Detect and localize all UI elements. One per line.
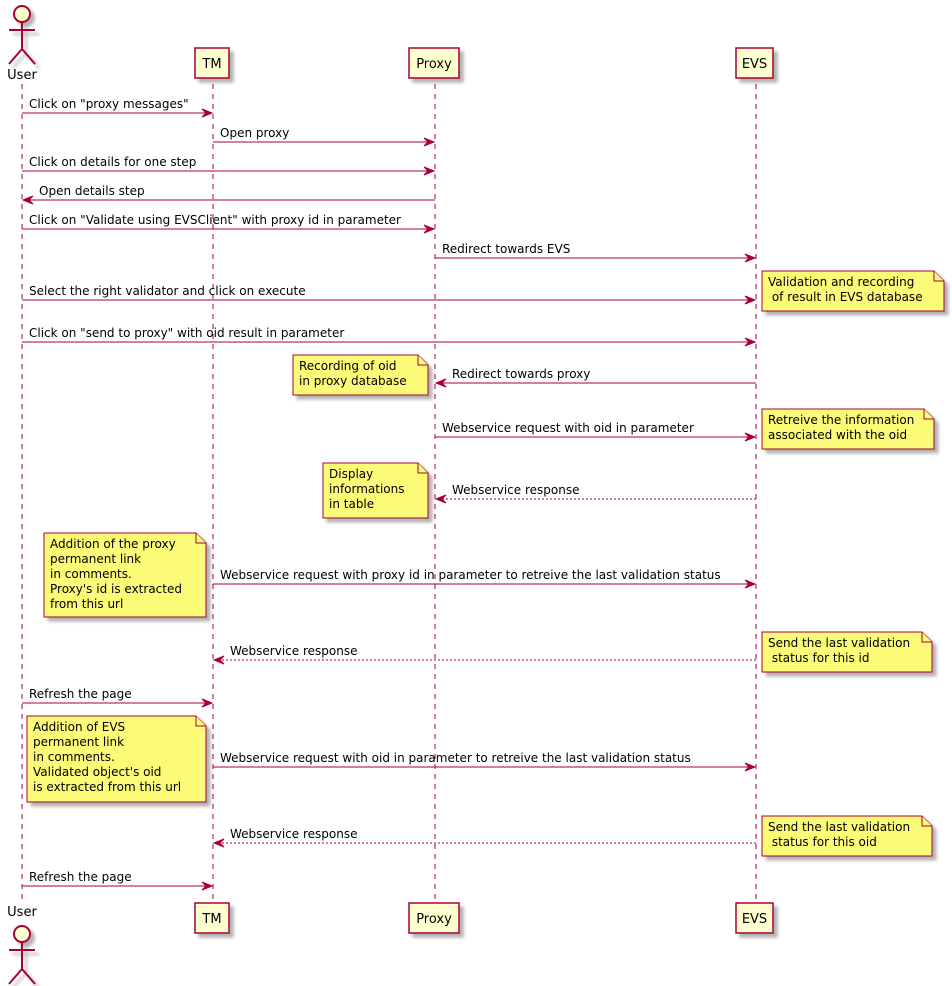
participant-evs-bottom[interactable]: EVS [735,902,774,934]
participant-tm-bottom[interactable]: TM [194,902,230,934]
note-text-line: associated with the oid [768,428,907,442]
message-2[interactable]: Open proxy [213,126,436,147]
message-label: Webservice request with oid in parameter… [220,751,691,765]
note-text-line: Send the last validation [768,636,910,650]
note-fold-icon [923,409,934,420]
participant-proxy-bottom[interactable]: Proxy [408,902,460,934]
message-label: Webservice response [452,483,579,497]
actor-leg-icon [8,968,23,985]
actor-leg-icon [21,968,36,985]
message-11[interactable]: Webservice response [434,483,756,504]
participant-evs-top[interactable]: EVS [735,47,774,79]
note-text-line: Validated object's oid [33,765,161,779]
note-text-line: permanent link [33,735,124,749]
note-text-line: Validation and recording [768,275,914,289]
note-fold-icon [921,816,932,827]
note-10: Retreive the informationassociated with … [761,408,935,450]
note-fold-icon [417,463,428,474]
note-9: Recording of oidin proxy database [292,354,429,396]
note-7: Validation and recording of result in EV… [761,270,945,312]
note-fold-icon [195,716,206,727]
note-text-line: Retreive the information [768,413,914,427]
note-text-line: Recording of oid [299,359,397,373]
note-fold-icon [933,271,944,282]
message-label: Click on "proxy messages" [29,97,189,111]
participant-label: Proxy [416,57,452,72]
message-14[interactable]: Refresh the page [22,687,214,708]
participant-tm-top[interactable]: TM [194,47,230,79]
message-12[interactable]: Webservice request with proxy id in para… [213,568,757,589]
message-4[interactable]: Open details step [21,184,435,205]
message-3[interactable]: Click on details for one step [22,155,436,176]
participant-label: EVS [742,912,767,927]
note-text-line: of result in EVS database [768,290,923,304]
actor-user-top[interactable] [8,5,36,65]
message-label: Open proxy [220,126,289,140]
note-text-line: Display [329,467,373,481]
message-15[interactable]: Webservice request with oid in parameter… [213,751,757,772]
message-label: Refresh the page [29,870,132,884]
note-text-line: Addition of EVS [33,720,125,734]
message-label: Webservice request with oid in parameter [442,421,694,435]
actor-head-icon [13,925,31,943]
message-label: Click on "Validate using EVSClient" with… [29,213,401,227]
message-16[interactable]: Webservice response [212,827,756,848]
note-fold-icon [921,632,932,643]
message-10[interactable]: Webservice request with oid in parameter [435,421,757,442]
note-text-line: informations [329,482,405,496]
note-fold-icon [195,533,206,544]
participant-label: TM [201,57,221,72]
message-label: Webservice request with proxy id in para… [220,568,721,582]
note-15: Addition of EVSpermanent linkin comments… [26,715,207,803]
actor-leg-icon [21,48,36,65]
note-13: Send the last validation status for this… [761,631,933,673]
actor-label: User [7,68,37,83]
arrowhead-icon [434,494,447,504]
message-7[interactable]: Select the right validator and click on … [22,284,757,305]
note-11: Displayinformationsin table [322,462,429,519]
note-text-line: in comments. [33,750,115,764]
message-label: Select the right validator and click on … [29,284,306,298]
note-text-line: is extracted from this url [33,780,181,794]
message-label: Open details step [39,184,145,198]
message-1[interactable]: Click on "proxy messages" [22,97,214,118]
message-6[interactable]: Redirect towards EVS [435,242,757,263]
actor-leg-icon [8,48,23,65]
note-text-line: in proxy database [299,374,407,388]
note-text-line: in table [329,497,374,511]
message-label: Redirect towards EVS [442,242,570,256]
message-label: Refresh the page [29,687,132,701]
note-text-line: status for this id [768,651,869,665]
message-label: Webservice response [230,644,357,658]
note-text-line: Send the last validation [768,820,910,834]
message-9[interactable]: Redirect towards proxy [434,367,756,388]
participant-label: EVS [742,57,767,72]
notes: Validation and recording of result in EV… [26,270,945,857]
sequence-diagram: User User TM TM Proxy Proxy EVS EVS Click on "p… [7,5,945,985]
note-fold-icon [417,355,428,366]
message-17[interactable]: Refresh the page [22,870,214,891]
note-text-line: Proxy's id is extracted [50,582,182,596]
message-13[interactable]: Webservice response [212,644,756,665]
note-text-line: status for this oid [768,835,877,849]
participant-label: Proxy [416,912,452,927]
actor-user-bottom[interactable] [8,925,36,985]
message-label: Click on details for one step [29,155,196,169]
note-text-line: from this url [50,597,123,611]
note-16: Send the last validation status for this… [761,815,933,857]
note-text-line: in comments. [50,567,132,581]
message-5[interactable]: Click on "Validate using EVSClient" with… [22,213,436,234]
note-text-line: Addition of the proxy [50,537,176,551]
message-label: Webservice response [230,827,357,841]
message-label: Redirect towards proxy [452,367,590,381]
message-8[interactable]: Click on "send to proxy" with oid result… [22,326,757,347]
message-label: Click on "send to proxy" with oid result… [29,326,344,340]
note-12: Addition of the proxypermanent linkin co… [43,532,207,618]
actor-label: User [7,905,37,920]
note-text-line: permanent link [50,552,141,566]
participant-label: TM [201,912,221,927]
participant-proxy-top[interactable]: Proxy [408,47,460,79]
actor-head-icon [13,5,31,23]
